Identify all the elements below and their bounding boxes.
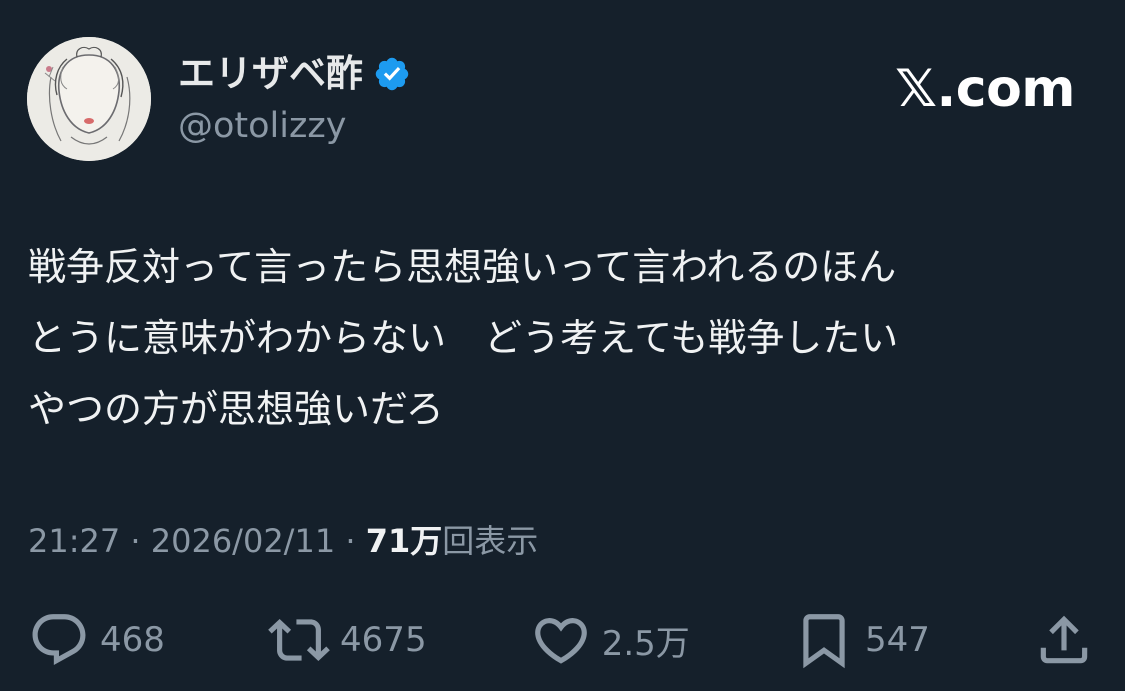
tweet-time[interactable]: 21:27 [28, 522, 120, 560]
reply-icon [32, 614, 86, 666]
repost-button[interactable]: 4675 [268, 609, 427, 671]
heart-icon [534, 618, 587, 664]
meta-separator: · [120, 522, 151, 560]
like-count: 2.5万 [601, 623, 690, 664]
views-count: 71万 [365, 522, 443, 560]
repost-count: 4675 [340, 620, 427, 660]
avatar[interactable] [27, 37, 151, 161]
action-bar: 468 4675 2.5万 547 [28, 608, 1095, 672]
verified-badge-icon [375, 57, 409, 91]
author-name-row[interactable]: エリザベ酢 [178, 52, 411, 96]
views-label: 回表示 [442, 522, 539, 560]
brand-logo: 𝕏.com [895, 59, 1075, 119]
bookmark-button[interactable]: 547 [793, 609, 930, 671]
repost-icon [268, 619, 330, 661]
share-icon [1040, 615, 1088, 664]
tweet-date[interactable]: 2026/02/11 [151, 522, 335, 560]
like-button[interactable]: 2.5万 [530, 609, 690, 671]
reply-button[interactable]: 468 [28, 609, 165, 671]
bookmark-icon [803, 614, 845, 669]
bookmark-count: 547 [864, 620, 930, 660]
avatar-illustration [27, 37, 151, 161]
reply-count: 468 [100, 620, 165, 660]
tweet-meta: 21:27 · 2026/02/11 · 71万回表示 [28, 518, 538, 564]
share-button[interactable] [1033, 609, 1095, 671]
author-handle[interactable]: @otolizzy [178, 104, 346, 148]
meta-separator: · [335, 522, 366, 560]
display-name[interactable]: エリザベ酢 [178, 52, 363, 96]
tweet-text: 戦争反対って言ったら思想強いって言われるのほん とうに意味がわからない どう考え… [28, 245, 899, 431]
